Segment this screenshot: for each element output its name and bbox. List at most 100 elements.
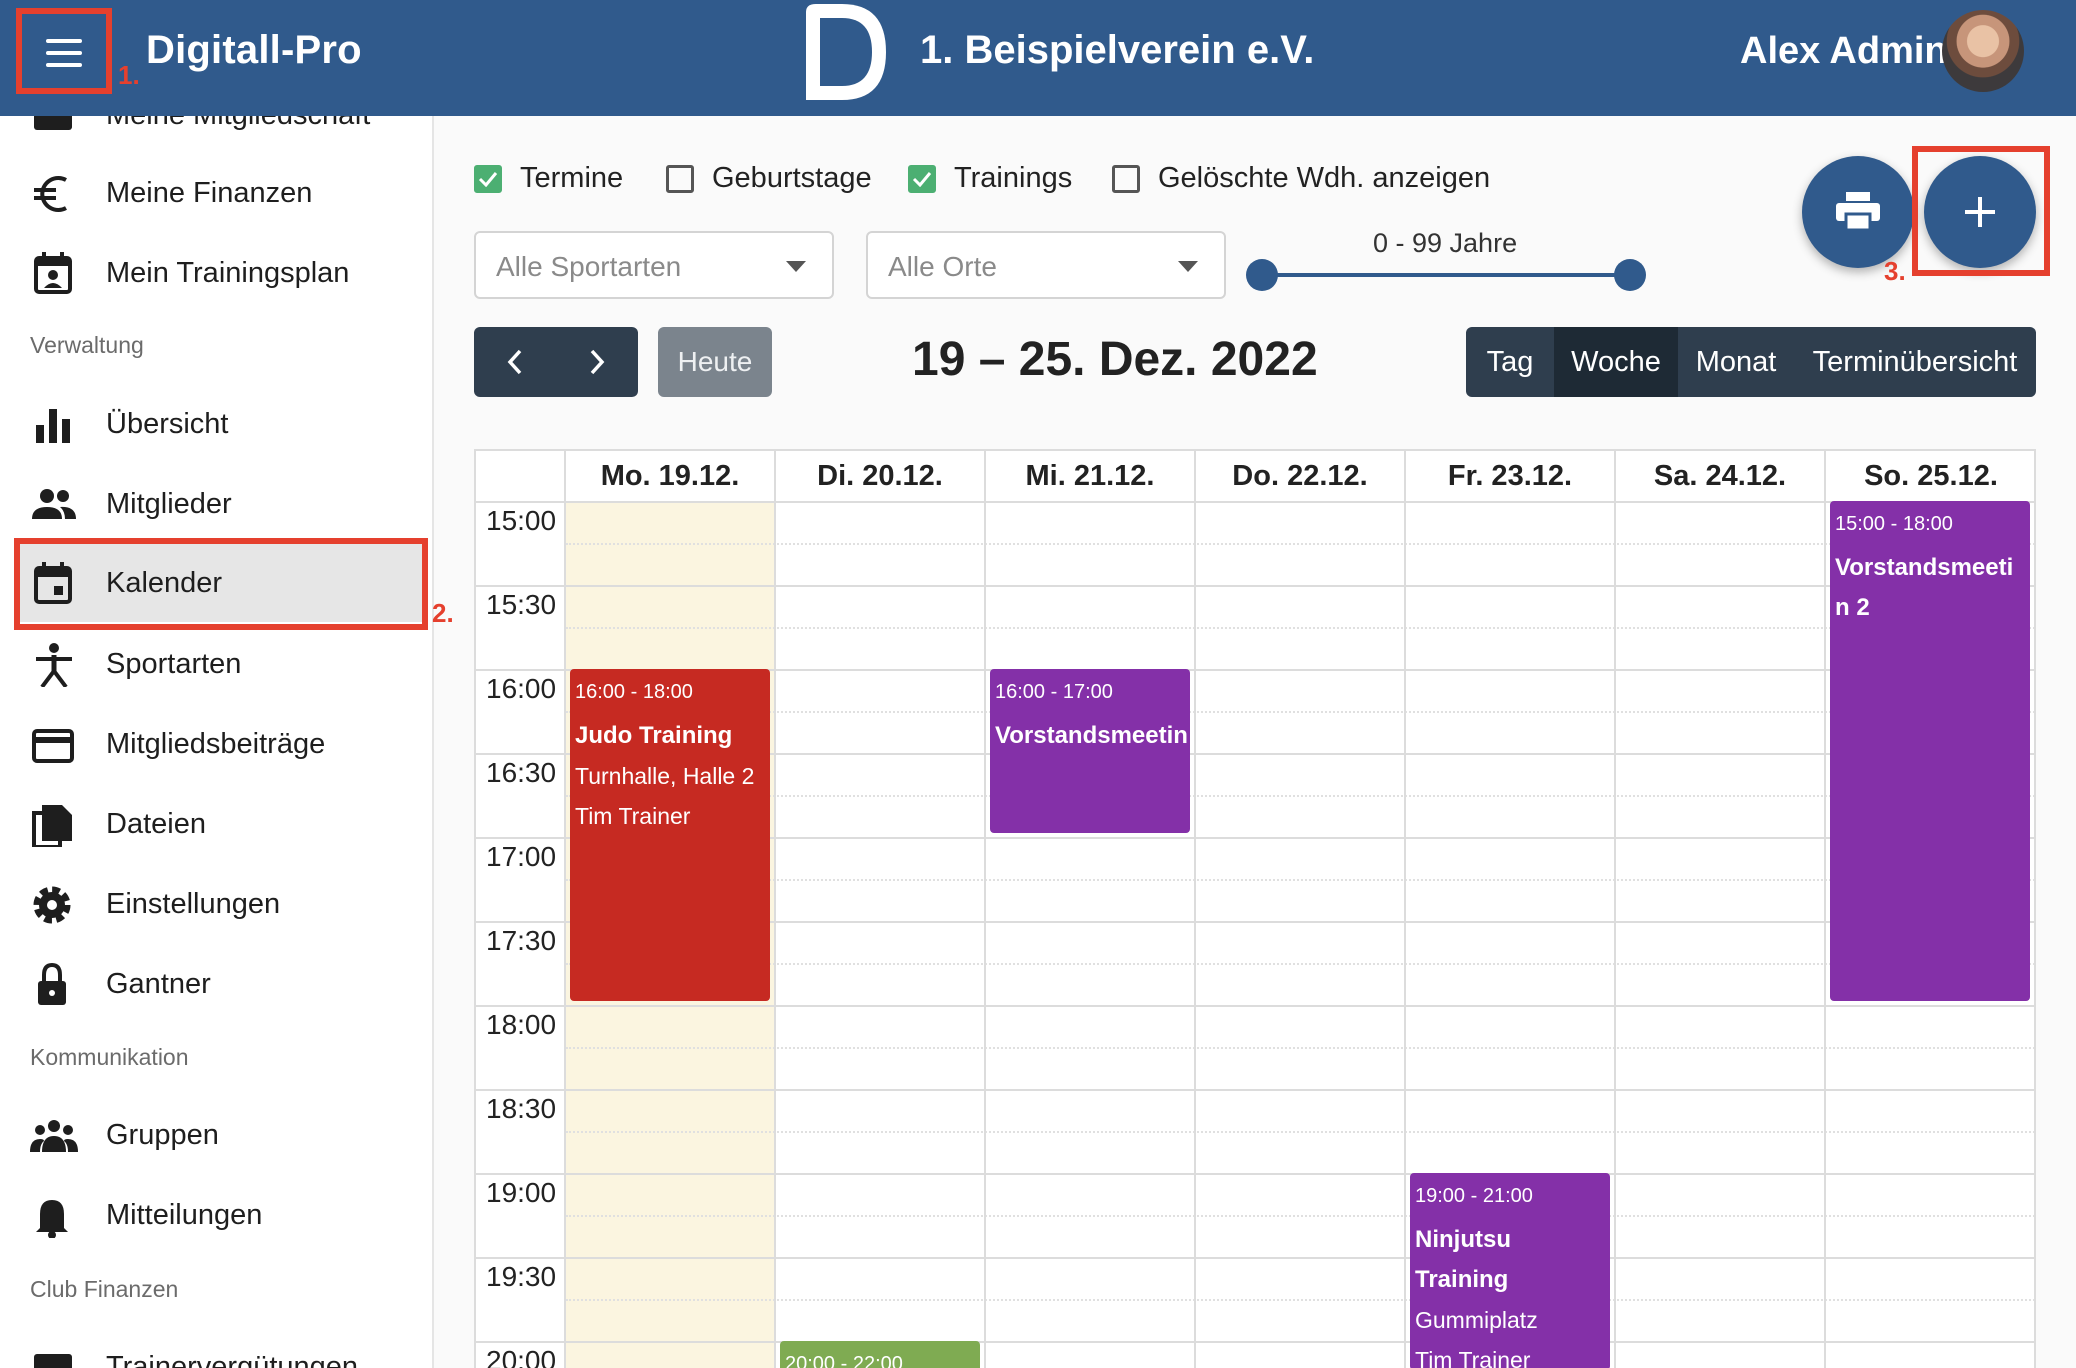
- age-range-max-handle[interactable]: [1614, 259, 1646, 291]
- sidebar-item-label: Kalender: [106, 566, 223, 599]
- sidebar-item-kalender[interactable]: Kalender: [16, 544, 426, 622]
- sidebar-item-label: Einstellungen: [106, 887, 281, 920]
- event-vorstandsmeeting[interactable]: 16:00 - 17:00 Vorstandsmeetin: [990, 669, 1190, 833]
- user-name[interactable]: Alex Admin: [1740, 30, 1948, 73]
- sidebar-item-meine-mitgliedschaft[interactable]: Meine Mitgliedschaft: [16, 116, 426, 154]
- chevron-right-icon: [590, 349, 605, 375]
- column-divider: [1404, 451, 1406, 1368]
- sidebar-item-mitgliedsbeitraege[interactable]: Mitgliedsbeiträge: [16, 705, 426, 783]
- event-vorstandsmeeting-2[interactable]: 15:00 - 18:00 Vorstandsmeetin 2: [1830, 501, 2030, 1001]
- sidebar-item-einstellungen[interactable]: Einstellungen: [16, 865, 426, 943]
- day-header[interactable]: Di. 20.12.: [776, 451, 984, 501]
- age-range-track[interactable]: [1262, 273, 1630, 277]
- event-green-partial[interactable]: 20:00 - 22:00: [780, 1341, 980, 1368]
- print-button[interactable]: [1802, 156, 1914, 268]
- slot-divider: [566, 543, 2034, 545]
- lock-icon: [38, 963, 66, 1005]
- sidebar-item-label: Gantner: [106, 967, 211, 1000]
- day-header[interactable]: Fr. 23.12.: [1406, 451, 1614, 501]
- day-header[interactable]: Mo. 19.12.: [566, 451, 774, 501]
- checkbox-unchecked-icon: [666, 164, 694, 193]
- column-divider: [1194, 451, 1196, 1368]
- section-label-kommunikation: Kommunikation: [30, 1044, 189, 1070]
- event-time: 16:00 - 18:00: [575, 681, 693, 703]
- sidebar-item-label: Meine Finanzen: [106, 176, 313, 209]
- sidebar-item-label: Mein Trainingsplan: [106, 256, 350, 289]
- today-button[interactable]: Heute: [658, 327, 772, 397]
- id-card-icon: [34, 116, 72, 130]
- prev-week-button[interactable]: [474, 327, 556, 397]
- checkbox-geburtstage[interactable]: Geburtstage: [666, 162, 872, 195]
- sidebar-item-trainerverguetungen[interactable]: Trainervergütungen: [16, 1328, 426, 1368]
- sidebar: Meine Mitgliedschaft Meine Finanzen Mein…: [0, 116, 434, 1368]
- column-divider: [984, 451, 986, 1368]
- credit-card-icon: [32, 729, 74, 763]
- sidebar-item-sportarten[interactable]: Sportarten: [16, 625, 426, 703]
- checkbox-trainings[interactable]: Trainings: [908, 162, 1072, 195]
- view-monat-button[interactable]: Monat: [1678, 327, 1794, 397]
- slot-divider: [476, 1257, 2034, 1259]
- column-divider: [774, 451, 776, 1368]
- checkbox-label: Gelöschte Wdh. anzeigen: [1158, 162, 1491, 194]
- event-location: Turnhalle, Halle 2: [575, 763, 755, 789]
- time-label: 20:00: [486, 1345, 557, 1368]
- date-navigation: [474, 327, 638, 397]
- sidebar-item-mein-trainingsplan[interactable]: Mein Trainingsplan: [16, 234, 426, 312]
- day-header[interactable]: Mi. 21.12.: [986, 451, 1194, 501]
- annotation-label-2: 2.: [432, 598, 454, 628]
- view-terminuebersicht-button[interactable]: Terminübersicht: [1794, 327, 2036, 397]
- slot-divider: [566, 1131, 2034, 1133]
- people-icon: [32, 489, 76, 519]
- sidebar-item-label: Dateien: [106, 807, 206, 840]
- time-label: 15:00: [486, 505, 557, 536]
- sidebar-item-gruppen[interactable]: Gruppen: [16, 1096, 426, 1174]
- add-event-button[interactable]: [1924, 156, 2036, 268]
- checkbox-geloeschte-wdh[interactable]: Gelöschte Wdh. anzeigen: [1112, 162, 1490, 195]
- column-divider: [1614, 451, 1616, 1368]
- sidebar-item-uebersicht[interactable]: Übersicht: [16, 385, 426, 463]
- sidebar-item-label: Mitgliedsbeiträge: [106, 727, 326, 760]
- event-time: 15:00 - 18:00: [1835, 513, 1953, 535]
- sidebar-item-mitteilungen[interactable]: Mitteilungen: [16, 1176, 426, 1254]
- hamburger-menu-icon[interactable]: [26, 17, 102, 89]
- day-header[interactable]: So. 25.12.: [1826, 451, 2034, 501]
- time-label: 19:00: [486, 1177, 557, 1208]
- event-time: 19:00 - 21:00: [1415, 1185, 1533, 1207]
- slot-divider: [476, 1341, 2034, 1343]
- sport-select-value: Alle Sportarten: [496, 251, 682, 282]
- sidebar-item-label: Sportarten: [106, 647, 242, 680]
- calendar-account-icon: [34, 252, 72, 294]
- sidebar-item-dateien[interactable]: Dateien: [16, 785, 426, 863]
- sidebar-item-meine-finanzen[interactable]: Meine Finanzen: [16, 154, 426, 232]
- sidebar-item-label: Mitteilungen: [106, 1198, 263, 1231]
- event-trainer: Tim Trainer: [575, 803, 691, 829]
- event-judo-training[interactable]: 16:00 - 18:00 Judo Training Turnhalle, H…: [570, 669, 770, 1001]
- checkbox-termine[interactable]: Termine: [474, 162, 623, 195]
- annotation-label-3: 3.: [1884, 256, 1906, 286]
- view-woche-button[interactable]: Woche: [1554, 327, 1678, 397]
- card-icon: [34, 1354, 72, 1368]
- checkbox-checked-icon: [474, 164, 502, 193]
- sidebar-item-mitglieder[interactable]: Mitglieder: [16, 465, 426, 543]
- next-week-button[interactable]: [556, 327, 638, 397]
- slot-divider: [566, 627, 2034, 629]
- location-select-value: Alle Orte: [888, 251, 997, 282]
- age-range-min-handle[interactable]: [1246, 259, 1278, 291]
- header-divider: [476, 501, 2034, 503]
- view-tag-button[interactable]: Tag: [1466, 327, 1554, 397]
- slot-divider: [566, 879, 2034, 881]
- location-select[interactable]: Alle Orte: [866, 231, 1226, 299]
- event-ninjutsu-training[interactable]: 19:00 - 21:00 Ninjutsu Training Gummipla…: [1410, 1173, 1610, 1368]
- event-location: Gummiplatz: [1415, 1307, 1538, 1333]
- day-header[interactable]: Sa. 24.12.: [1616, 451, 1824, 501]
- view-switcher: Tag Woche Monat Terminübersicht: [1466, 327, 2036, 397]
- sidebar-item-gantner[interactable]: Gantner: [16, 945, 426, 1023]
- date-range-title: 19 – 25. Dez. 2022: [912, 333, 1318, 386]
- day-header[interactable]: Do. 22.12.: [1196, 451, 1404, 501]
- event-title: Judo Training: [575, 722, 733, 749]
- sport-select[interactable]: Alle Sportarten: [474, 231, 834, 299]
- time-label: 15:30: [486, 589, 557, 620]
- slot-divider: [566, 1047, 2034, 1049]
- avatar[interactable]: [1942, 10, 2024, 92]
- app-title[interactable]: Digitall-Pro: [146, 28, 362, 73]
